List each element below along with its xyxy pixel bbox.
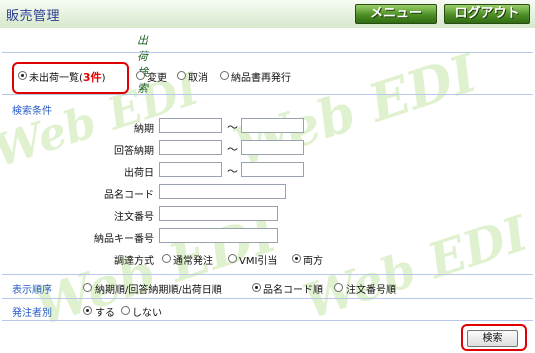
procurement-normal-label: 通常発注 xyxy=(173,256,213,267)
ship-date-label: 出荷日 xyxy=(124,168,154,179)
conditions-title: 検索条件 xyxy=(12,106,52,117)
search-button[interactable]: 検索 xyxy=(467,330,518,347)
mode-reissue-label: 納品書再発行 xyxy=(231,73,291,84)
delivery-date-label: 納期 xyxy=(134,124,154,135)
sort-radio-product[interactable] xyxy=(252,283,261,292)
watermark-text: Web EDI xyxy=(297,205,535,331)
ship-date-to-input[interactable] xyxy=(241,162,304,177)
unshipped-count: 3件 xyxy=(82,71,102,84)
mode-unshipped-label: 未出荷一覧(3件) xyxy=(29,71,106,84)
product-code-input[interactable] xyxy=(159,184,286,199)
delivery-key-label: 納品キー番号 xyxy=(94,234,154,245)
sort-order-label: 注文番号順 xyxy=(346,285,396,296)
divider xyxy=(2,320,533,321)
procurement-radio-both[interactable] xyxy=(292,254,301,263)
sort-product-label: 品名コード順 xyxy=(263,285,323,296)
divider xyxy=(2,298,533,299)
procurement-both-label: 両方 xyxy=(303,256,323,267)
mode-radio-unshipped[interactable] xyxy=(18,71,27,80)
app-title: 販売管理 xyxy=(6,9,61,24)
issuer-radio-no[interactable] xyxy=(121,306,130,315)
delivery-date-from-input[interactable] xyxy=(159,118,222,133)
logout-button[interactable]: ログアウト xyxy=(444,4,530,24)
mode-radio-change[interactable] xyxy=(136,71,145,80)
answer-date-label: 回答納期 xyxy=(114,146,154,157)
sort-label: 表示順序 xyxy=(12,285,52,296)
header-bar: 販売管理 メニュー ログアウト xyxy=(0,0,535,28)
mode-cancel-label: 取消 xyxy=(188,73,208,84)
ship-date-from-input[interactable] xyxy=(159,162,222,177)
delivery-date-to-input[interactable] xyxy=(241,118,304,133)
menu-button[interactable]: メニュー xyxy=(355,4,437,24)
sort-radio-order[interactable] xyxy=(334,283,343,292)
procurement-radio-normal[interactable] xyxy=(162,254,171,263)
order-no-label: 注文番号 xyxy=(114,212,154,223)
range-separator: ～ xyxy=(227,121,238,134)
procurement-vmi-label: VMI引当 xyxy=(239,256,278,267)
range-separator: ～ xyxy=(227,165,238,178)
sort-radio-date[interactable] xyxy=(83,283,92,292)
mode-radio-reissue[interactable] xyxy=(220,71,229,80)
divider xyxy=(2,52,533,53)
delivery-key-input[interactable] xyxy=(159,228,278,243)
mode-radio-cancel[interactable] xyxy=(177,71,186,80)
sort-date-label: 納期順/回答納期順/出荷日順 xyxy=(95,285,222,296)
divider xyxy=(2,94,533,95)
issuer-label: 発注者別 xyxy=(12,308,52,319)
issuer-no-label: しない xyxy=(132,308,162,319)
answer-date-from-input[interactable] xyxy=(159,140,222,155)
order-no-input[interactable] xyxy=(159,206,278,221)
answer-date-to-input[interactable] xyxy=(241,140,304,155)
mode-change-label: 変更 xyxy=(147,73,167,84)
product-code-label: 品名コード xyxy=(104,190,154,201)
issuer-yes-label: する xyxy=(95,308,115,319)
range-separator: ～ xyxy=(227,143,238,156)
procurement-radio-vmi[interactable] xyxy=(228,254,237,263)
watermark-text: Web EDI xyxy=(226,42,485,179)
issuer-radio-yes[interactable] xyxy=(83,306,92,315)
divider xyxy=(2,274,533,275)
procurement-label: 調達方式 xyxy=(114,256,154,267)
page-subtitle: 出荷検索 xyxy=(137,34,148,95)
